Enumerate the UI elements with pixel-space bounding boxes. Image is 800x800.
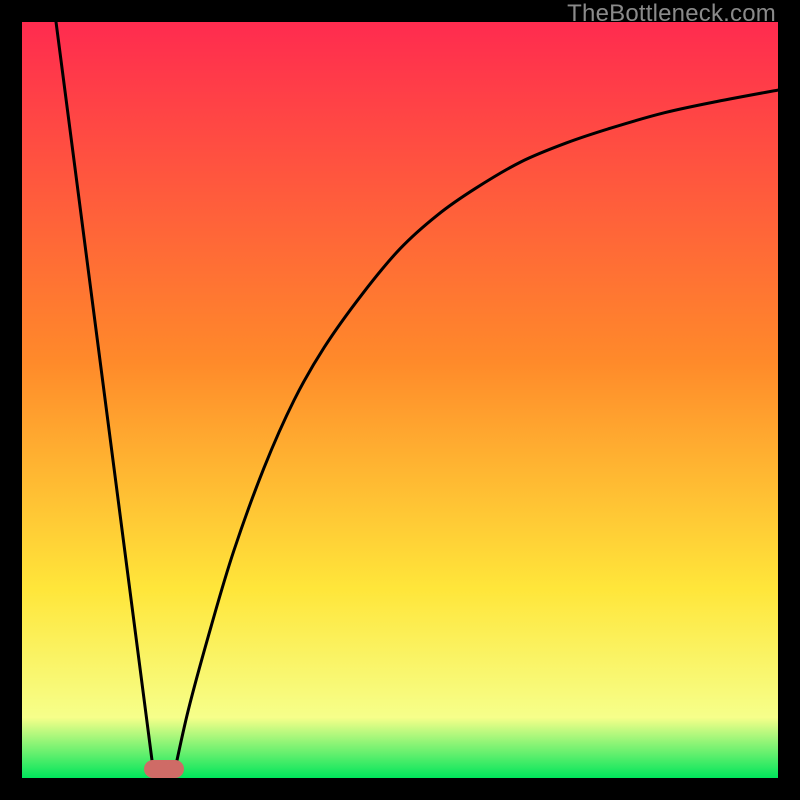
chart-background (22, 22, 778, 778)
watermark-text: TheBottleneck.com (567, 0, 776, 28)
minimum-marker (144, 760, 183, 778)
chart-svg (22, 22, 778, 778)
chart-frame (22, 22, 778, 778)
